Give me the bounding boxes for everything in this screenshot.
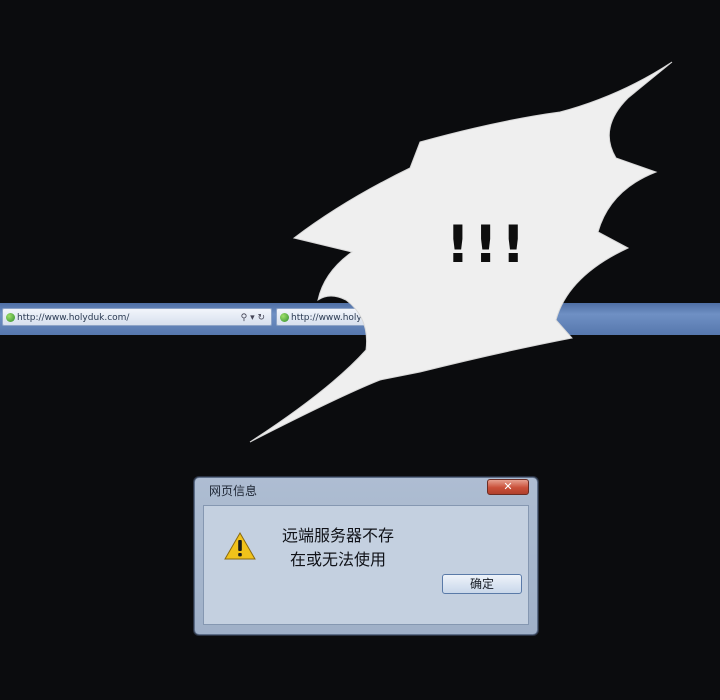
close-button[interactable]: ✕ [487, 479, 529, 495]
message-line-2: 在或无法使用 [289, 550, 386, 569]
message-dialog: 网页信息 ✕ 远端服务器不存 在或无法使用 确定 [194, 477, 538, 635]
warning-icon [224, 532, 256, 560]
dialog-message: 远端服务器不存 在或无法使用 [268, 524, 408, 572]
message-line-1: 远端服务器不存 [281, 526, 394, 545]
ok-button[interactable]: 确定 [442, 574, 522, 594]
dialog-title: 网页信息 [209, 484, 258, 498]
comic-panel: http://www.holyduk.com/ ⚲ ▾ ↻ http://www… [0, 0, 720, 700]
exclamation-text: !!! [446, 215, 530, 275]
dialog-body: 远端服务器不存 在或无法使用 确定 [203, 505, 529, 625]
